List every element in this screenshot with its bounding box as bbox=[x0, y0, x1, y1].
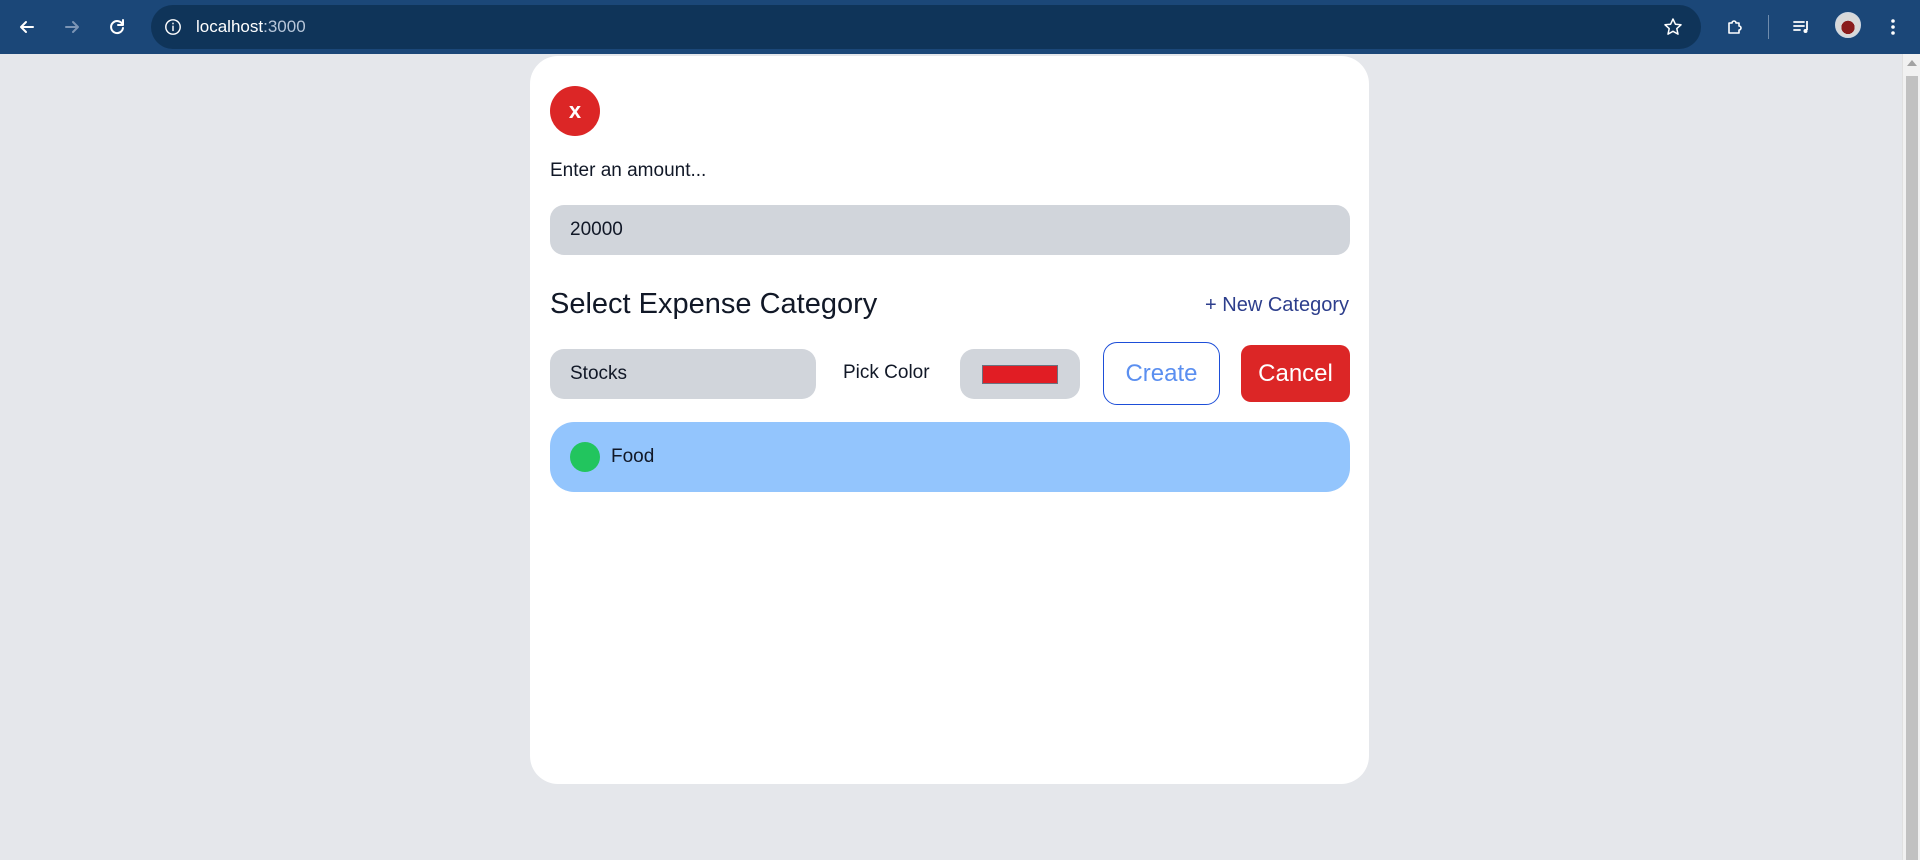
close-modal-button[interactable]: x bbox=[550, 86, 600, 136]
reload-icon bbox=[110, 19, 124, 35]
category-color-dot bbox=[570, 442, 600, 472]
color-swatch bbox=[982, 365, 1058, 384]
extensions-icon[interactable] bbox=[1720, 12, 1750, 42]
category-list: Food bbox=[550, 422, 1350, 492]
toolbar-divider bbox=[1768, 15, 1769, 39]
address-bar[interactable]: localhost:3000 bbox=[151, 5, 1701, 49]
url-text: localhost:3000 bbox=[196, 17, 306, 37]
category-name: Food bbox=[611, 446, 655, 467]
site-info-icon[interactable] bbox=[161, 15, 185, 39]
create-category-button[interactable]: Create bbox=[1103, 342, 1220, 405]
scroll-up-icon[interactable] bbox=[1907, 60, 1917, 66]
cancel-category-button[interactable]: Cancel bbox=[1241, 345, 1350, 402]
forward-button[interactable] bbox=[57, 12, 87, 42]
bookmark-star-icon[interactable] bbox=[1663, 17, 1683, 37]
menu-kebab-icon[interactable] bbox=[1878, 12, 1908, 42]
expense-modal: x Enter an amount... Select Expense Cate… bbox=[530, 56, 1369, 784]
profile-avatar[interactable] bbox=[1835, 12, 1861, 38]
color-picker-button[interactable] bbox=[960, 349, 1080, 399]
media-control-icon[interactable] bbox=[1787, 12, 1817, 42]
browser-toolbar: localhost:3000 bbox=[0, 0, 1920, 54]
reload-button[interactable] bbox=[102, 12, 132, 42]
amount-input[interactable] bbox=[550, 205, 1350, 255]
new-category-link[interactable]: + New Category bbox=[1205, 294, 1349, 317]
url-host: localhost bbox=[196, 17, 264, 36]
pick-color-label: Pick Color bbox=[843, 362, 930, 383]
back-button[interactable] bbox=[12, 12, 42, 42]
scrollbar-thumb[interactable] bbox=[1906, 76, 1918, 860]
url-port: :3000 bbox=[263, 17, 306, 36]
amount-label: Enter an amount... bbox=[550, 160, 707, 181]
forward-arrow-icon bbox=[65, 21, 79, 33]
category-item[interactable]: Food bbox=[550, 422, 1350, 492]
category-name-input[interactable] bbox=[550, 349, 816, 399]
page-scrollbar[interactable] bbox=[1902, 54, 1920, 860]
category-section-title: Select Expense Category bbox=[550, 288, 878, 320]
back-arrow-icon bbox=[20, 21, 34, 33]
